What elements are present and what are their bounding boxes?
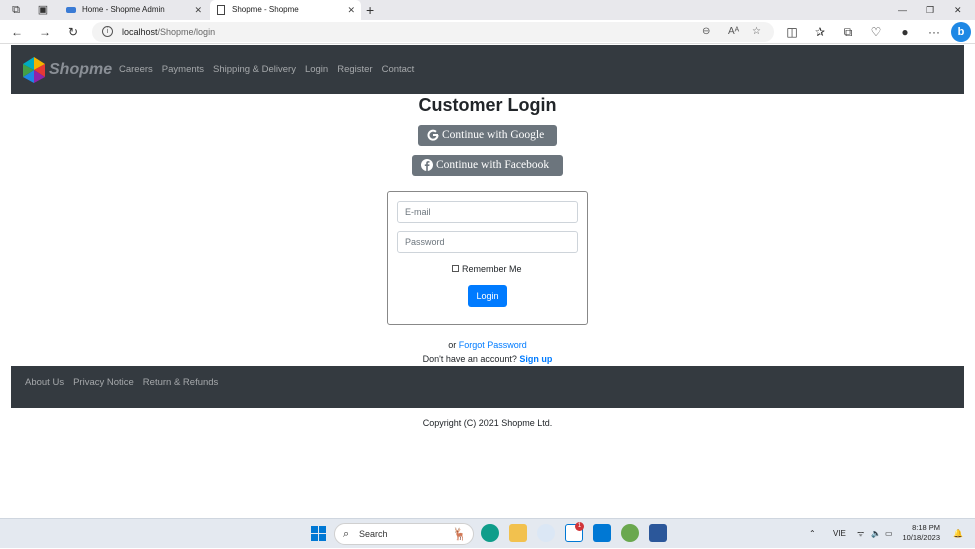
- forward-icon[interactable]: →: [37, 24, 53, 40]
- bing-copilot-icon[interactable]: b: [951, 22, 971, 42]
- volume-icon[interactable]: 🔈: [871, 519, 881, 549]
- browser-tab-admin[interactable]: Home - Shopme Admin ✕: [60, 0, 208, 20]
- chatgpt-app-icon[interactable]: [537, 524, 555, 542]
- login-button[interactable]: Login: [468, 285, 507, 307]
- more-menu-icon[interactable]: ···: [926, 24, 942, 40]
- nav-login[interactable]: Login: [305, 64, 328, 75]
- remember-me[interactable]: Remember Me: [452, 264, 522, 274]
- read-aloud-icon[interactable]: Aᴬ: [728, 25, 739, 39]
- signup-line: Don't have an account? Sign up: [422, 354, 553, 364]
- remember-label: Remember Me: [462, 264, 522, 274]
- collections-icon[interactable]: ⧉: [840, 24, 856, 40]
- spring-tool-icon[interactable]: [621, 524, 639, 542]
- forgot-password-link[interactable]: Forgot Password: [459, 340, 527, 350]
- google-icon: [427, 129, 439, 141]
- nav-payments[interactable]: Payments: [162, 64, 204, 75]
- battery-icon[interactable]: ▭: [885, 519, 893, 549]
- site-navbar: Shopme Careers Payments Shipping & Deliv…: [11, 45, 964, 94]
- word-icon[interactable]: [649, 524, 667, 542]
- logo-text: Shopme: [49, 61, 113, 78]
- web-page: Shopme Careers Payments Shipping & Deliv…: [0, 45, 975, 515]
- footer-privacy-notice[interactable]: Privacy Notice: [73, 377, 134, 388]
- new-tab-icon[interactable]: +: [366, 0, 374, 20]
- tab-actions-icon[interactable]: ▣: [36, 3, 50, 17]
- tab-title: Shopme - Shopme: [232, 5, 299, 14]
- google-login-button[interactable]: Continue with Google: [418, 125, 557, 146]
- shopme-logo[interactable]: Shopme: [21, 55, 117, 85]
- notification-bell-icon[interactable]: 🔔: [953, 519, 963, 549]
- refresh-icon[interactable]: ↻: [65, 24, 81, 40]
- copyright: Copyright (C) 2021 Shopme Ltd.: [422, 418, 553, 428]
- clock-time: 8:18 PM: [912, 523, 940, 532]
- windows-start-icon[interactable]: [311, 526, 326, 541]
- notification-badge: 1: [575, 522, 584, 531]
- edge-icon[interactable]: [481, 524, 499, 542]
- profile-icon[interactable]: ●: [897, 24, 913, 40]
- url-field[interactable]: i localhost/Shopme/login ⊖ Aᴬ ☆: [92, 22, 774, 42]
- remember-checkbox[interactable]: [452, 265, 459, 272]
- address-bar-row: ← → ↻ i localhost/Shopme/login ⊖ Aᴬ ☆ ◫ …: [0, 20, 975, 44]
- workspaces-icon[interactable]: ⧉: [9, 3, 23, 17]
- clock-date: 10/18/2023: [902, 533, 940, 542]
- url-text: localhost/Shopme/login: [122, 27, 216, 37]
- shopme-favicon-icon: [66, 7, 76, 13]
- google-login-label: Continue with Google: [442, 129, 545, 141]
- close-tab-icon[interactable]: ✕: [347, 0, 355, 20]
- restore-icon[interactable]: ❐: [926, 0, 934, 20]
- vscode-icon[interactable]: [593, 524, 611, 542]
- wifi-icon[interactable]: ᯤ: [857, 519, 864, 549]
- footer-about-us[interactable]: About Us: [25, 377, 64, 388]
- favorite-star-icon[interactable]: ☆: [752, 25, 761, 39]
- forgot-password-line: or Forgot Password: [448, 340, 527, 350]
- page-title: Customer Login: [418, 95, 557, 115]
- tab-title: Home - Shopme Admin: [82, 5, 165, 14]
- nav-register[interactable]: Register: [337, 64, 372, 75]
- close-tab-icon[interactable]: ✕: [194, 0, 202, 20]
- nav-shipping-delivery[interactable]: Shipping & Delivery: [213, 64, 296, 75]
- signup-link[interactable]: Sign up: [519, 354, 552, 364]
- nav-careers[interactable]: Careers: [119, 64, 153, 75]
- browser-essentials-icon[interactable]: ♡: [868, 24, 884, 40]
- login-form: E-mail Password Remember Me Login: [387, 191, 588, 325]
- nav-links: Careers Payments Shipping & Delivery Log…: [119, 45, 414, 94]
- taskbar: ⌕ Search 🦌 1 ⌃ VIE ᯤ 🔈 ▭ 8:18 PM 10/18/2…: [0, 518, 975, 548]
- footer-return-refunds[interactable]: Return & Refunds: [143, 377, 219, 388]
- search-icon: ⌕: [343, 528, 350, 540]
- file-explorer-icon[interactable]: [509, 524, 527, 542]
- zoom-icon[interactable]: ⊖: [702, 25, 710, 39]
- minimize-icon[interactable]: —: [898, 0, 907, 20]
- password-field[interactable]: Password: [397, 231, 578, 253]
- facebook-icon: [421, 159, 433, 171]
- footer-links: About Us Privacy Notice Return & Refunds: [25, 366, 218, 398]
- browser-tab-bar: ⧉ ▣ Home - Shopme Admin ✕ Shopme - Shopm…: [0, 0, 975, 20]
- facebook-login-label: Continue with Facebook: [436, 159, 550, 171]
- site-footer: About Us Privacy Notice Return & Refunds: [11, 366, 964, 408]
- email-field[interactable]: E-mail: [397, 201, 578, 223]
- taskbar-search-label: Search: [359, 529, 388, 539]
- split-screen-icon[interactable]: ◫: [784, 24, 800, 40]
- shopme-logo-icon: [23, 57, 45, 83]
- language-indicator[interactable]: VIE: [833, 519, 846, 549]
- nav-contact[interactable]: Contact: [382, 64, 415, 75]
- favorites-icon[interactable]: ✰: [812, 24, 828, 40]
- search-highlight-icon: 🦌: [452, 527, 467, 541]
- taskbar-search[interactable]: ⌕ Search 🦌: [334, 523, 474, 545]
- page-favicon-icon: [217, 5, 225, 15]
- site-info-icon[interactable]: i: [102, 26, 113, 37]
- facebook-login-button[interactable]: Continue with Facebook: [412, 155, 563, 176]
- close-window-icon[interactable]: ✕: [954, 0, 962, 20]
- back-icon[interactable]: ←: [9, 24, 25, 40]
- taskbar-clock[interactable]: 8:18 PM 10/18/2023: [900, 523, 940, 543]
- show-hidden-icons-icon[interactable]: ⌃: [809, 519, 816, 549]
- browser-tab-shopme[interactable]: Shopme - Shopme ✕: [210, 0, 361, 20]
